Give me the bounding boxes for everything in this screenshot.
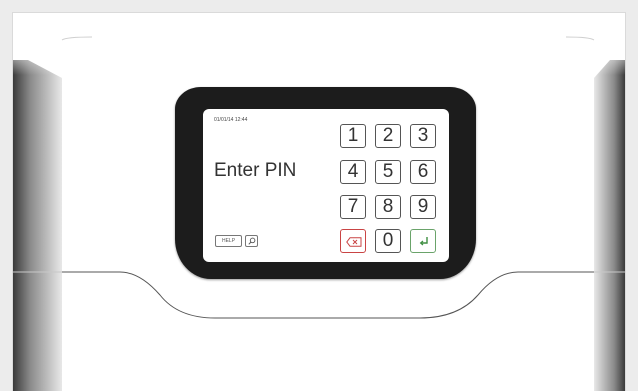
key-1[interactable]: 1 [340,124,366,148]
datetime-label: 01/01/14 12:44 [214,117,248,123]
touch-screen: 01/01/14 12:44 Enter PIN 1 2 3 4 5 6 7 8… [203,109,449,262]
enter-return-icon [419,237,428,246]
key-0[interactable]: 0 [375,229,401,253]
delete-button[interactable] [340,229,366,253]
key-9[interactable]: 9 [410,195,436,219]
enter-pin-prompt: Enter PIN [214,160,297,181]
help-button[interactable]: HELP [215,235,242,247]
key-6[interactable]: 6 [410,160,436,184]
key-2[interactable]: 2 [375,124,401,148]
search-button[interactable] [245,235,258,247]
key-3[interactable]: 3 [410,124,436,148]
key-7[interactable]: 7 [340,195,366,219]
enter-button[interactable] [410,229,436,253]
key-4[interactable]: 4 [340,160,366,184]
key-8[interactable]: 8 [375,195,401,219]
magnifier-icon [248,237,256,245]
page-background: 01/01/14 12:44 Enter PIN 1 2 3 4 5 6 7 8… [0,0,638,391]
backspace-x-icon [346,237,362,247]
key-5[interactable]: 5 [375,160,401,184]
